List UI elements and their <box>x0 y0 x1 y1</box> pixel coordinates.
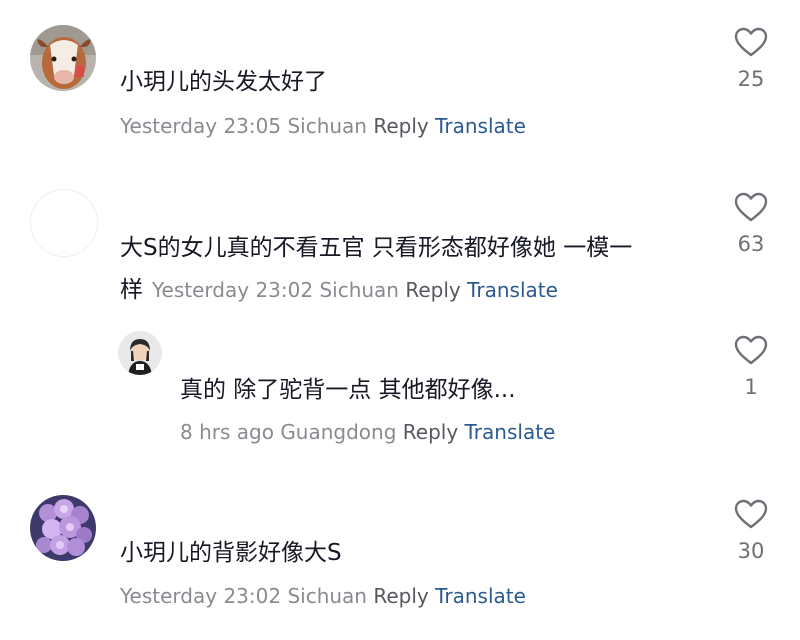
user-avatar[interactable] <box>30 495 96 561</box>
comment-item: 小玥儿的背影好像大S Yesterday 23:02 Sichuan Reply… <box>0 0 800 640</box>
like-count: 30 <box>737 539 765 563</box>
comment-text: 小玥儿的背影好像大S <box>120 540 342 566</box>
comment-meta: Yesterday 23:02 Sichuan Reply Translate <box>120 582 526 610</box>
reply-button[interactable]: Reply <box>373 584 428 608</box>
translate-button[interactable]: Translate <box>435 584 526 608</box>
heart-icon <box>734 499 768 529</box>
comment-time: Yesterday 23:02 <box>120 584 282 608</box>
comment-location: Sichuan <box>287 584 367 608</box>
like-button[interactable]: 30 <box>726 499 776 563</box>
flower-bouquet-avatar-icon <box>30 495 96 561</box>
